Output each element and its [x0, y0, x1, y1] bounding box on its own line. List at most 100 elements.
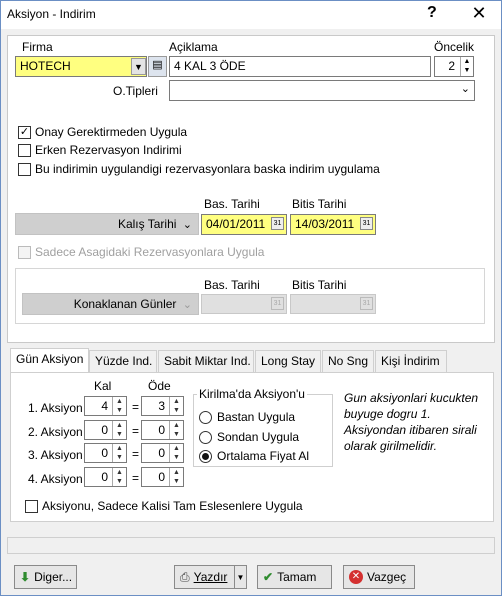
- otipleri-select[interactable]: ⌄: [169, 80, 475, 101]
- tab-no-sng[interactable]: No Sng: [322, 350, 374, 372]
- radio-circle[interactable]: [199, 430, 212, 444]
- lookup-icon: ▤: [152, 59, 163, 71]
- yazdir-dropdown-button[interactable]: ▼: [234, 565, 247, 589]
- tab-label: No Sng: [328, 354, 369, 368]
- spin-up-icon[interactable]: ▲: [461, 57, 473, 66]
- spin-down-icon[interactable]: ▼: [461, 66, 473, 75]
- radio-circle[interactable]: [199, 449, 212, 463]
- bitis-tarihi-value: 14/03/2011: [295, 217, 355, 231]
- tab-yuzde-ind[interactable]: Yüzde Ind.: [89, 350, 157, 372]
- otipleri-label: O.Tipleri: [113, 84, 158, 98]
- aciklama-label: Açiklama: [169, 40, 218, 54]
- spin-arrows-icon[interactable]: ▲ ▼: [112, 444, 126, 462]
- erken-checkbox[interactable]: Erken Rezervasyon Indirimi: [18, 143, 182, 157]
- ode-value: 0: [158, 470, 165, 484]
- calendar-icon[interactable]: 31: [360, 217, 373, 230]
- onay-label: Onay Gerektirmeden Uygula: [35, 125, 188, 139]
- ortalama-label: Ortalama Fiyat Al: [217, 449, 310, 463]
- cancel-icon: ✕: [349, 570, 363, 584]
- spin-arrows-icon[interactable]: ▲ ▼: [169, 397, 183, 415]
- firma-lookup-button[interactable]: ▤: [148, 56, 167, 77]
- erken-label: Erken Rezervasyon Indirimi: [35, 143, 182, 157]
- bas-tarihi-label: Bas. Tarihi: [204, 197, 260, 211]
- sadece-label: Sadece Asagidaki Rezervasyonlara Uygula: [35, 245, 265, 259]
- dialog-window: Aksiyon - Indirim ? ✕ Firma HOTECH ▼ ▤ A…: [0, 0, 502, 596]
- kal-spinner[interactable]: 0 ▲ ▼: [84, 420, 127, 440]
- window-title: Aksiyon - Indirim: [7, 7, 96, 21]
- bastan-radio[interactable]: Bastan Uygula: [199, 410, 295, 424]
- tab-label: Long Stay: [261, 354, 316, 368]
- kal-value: 0: [101, 446, 108, 460]
- spin-arrows-icon[interactable]: ▲ ▼: [112, 468, 126, 486]
- bastan-label: Bastan Uygula: [217, 410, 296, 424]
- tamam-button[interactable]: ✔ Tamam: [257, 565, 332, 589]
- ode-spinner[interactable]: 0 ▲ ▼: [141, 467, 184, 487]
- tam-esles-checkbox[interactable]: Aksiyonu, Sadece Kalisi Tam Eslesenlere …: [25, 499, 303, 513]
- ode-spinner[interactable]: 0 ▲ ▼: [141, 420, 184, 440]
- tab-sabit-miktar[interactable]: Sabit Miktar Ind.: [158, 350, 254, 372]
- kal-value: 4: [101, 399, 108, 413]
- kal-spinner[interactable]: 0 ▲ ▼: [84, 443, 127, 463]
- tamam-label: Tamam: [277, 570, 317, 584]
- oncelik-value: 2: [448, 59, 455, 73]
- equals-sign: =: [132, 424, 140, 438]
- calendar-icon: 31: [360, 297, 373, 310]
- vazgec-label: Vazgeç: [367, 570, 407, 584]
- help-button[interactable]: ?: [427, 4, 437, 22]
- close-button[interactable]: ✕: [459, 3, 499, 25]
- ode-spinner[interactable]: 3 ▲ ▼: [141, 396, 184, 416]
- checkbox-box[interactable]: [18, 143, 31, 157]
- sondan-radio[interactable]: Sondan Uygula: [199, 430, 299, 444]
- kirilma-title: Kirilma'da Aksiyon'u: [197, 387, 307, 401]
- chevron-down-icon: ⌄: [182, 299, 192, 311]
- checkbox-box: [18, 245, 31, 259]
- kal-spinner[interactable]: 0 ▲ ▼: [84, 467, 127, 487]
- checkbox-box[interactable]: ✓: [18, 125, 31, 139]
- tam-esles-label: Aksiyonu, Sadece Kalisi Tam Eslesenlere …: [42, 499, 303, 513]
- equals-sign: =: [132, 447, 140, 461]
- oncelik-spinner[interactable]: ▲ ▼: [460, 57, 473, 76]
- checkbox-box[interactable]: [25, 499, 38, 513]
- chevron-down-icon: ▼: [236, 572, 245, 582]
- tab-kisi-indirim[interactable]: Kişi İndirim: [375, 350, 447, 372]
- spin-arrows-icon[interactable]: ▲ ▼: [169, 468, 183, 486]
- arrow-down-icon: ⬇: [20, 570, 31, 584]
- konaklanan-bas-label: Bas. Tarihi: [204, 278, 260, 292]
- kalis-tarihi-label: Kalış Tarihi: [117, 217, 177, 231]
- checkbox-box[interactable]: [18, 162, 31, 176]
- firma-field[interactable]: HOTECH: [15, 56, 147, 77]
- kalis-tarihi-select[interactable]: Kalış Tarihi ⌄: [15, 213, 199, 235]
- ortalama-radio[interactable]: Ortalama Fiyat Al: [199, 449, 309, 463]
- spin-arrows-icon[interactable]: ▲ ▼: [169, 444, 183, 462]
- chevron-down-icon: ▼: [134, 62, 143, 72]
- kal-spinner[interactable]: 4 ▲ ▼: [84, 396, 127, 416]
- tab-long-stay[interactable]: Long Stay: [255, 350, 321, 372]
- kal-value: 0: [101, 423, 108, 437]
- aksiyon-row-label: 2. Aksiyon: [28, 425, 83, 439]
- spin-arrows-icon[interactable]: ▲ ▼: [112, 421, 126, 439]
- tab-label: Yüzde Ind.: [95, 354, 153, 368]
- firma-dropdown-button[interactable]: ▼: [131, 58, 146, 75]
- kal-value: 0: [101, 470, 108, 484]
- ode-value: 3: [158, 399, 165, 413]
- ode-spinner[interactable]: 0 ▲ ▼: [141, 443, 184, 463]
- chevron-down-icon: ⌄: [182, 219, 192, 231]
- tab-label: Sabit Miktar Ind.: [164, 354, 251, 368]
- vazgec-button[interactable]: ✕ Vazgeç: [343, 565, 415, 589]
- spin-arrows-icon[interactable]: ▲ ▼: [169, 421, 183, 439]
- kal-header: Kal: [94, 379, 112, 393]
- diger-button[interactable]: ⬇ Diger...: [14, 565, 77, 589]
- aciklama-field[interactable]: 4 KAL 3 ÖDE: [169, 56, 431, 77]
- spin-arrows-icon[interactable]: ▲ ▼: [112, 397, 126, 415]
- onay-checkbox[interactable]: ✓ Onay Gerektirmeden Uygula: [18, 125, 187, 139]
- aksiyon-row-label: 3. Aksiyon: [28, 448, 83, 462]
- tab-label: Kişi İndirim: [381, 354, 440, 368]
- yazdir-button[interactable]: ⎙ Yazdır: [174, 565, 235, 589]
- equals-sign: =: [132, 400, 140, 414]
- tab-gun-aksiyon[interactable]: Gün Aksiyon: [10, 348, 89, 373]
- calendar-icon[interactable]: 31: [271, 217, 284, 230]
- radio-circle[interactable]: [199, 410, 212, 424]
- firma-value: HOTECH: [20, 59, 71, 73]
- baska-indirim-checkbox[interactable]: Bu indirimin uygulandigi rezervasyonlara…: [18, 162, 380, 176]
- aciklama-value: 4 KAL 3 ÖDE: [174, 59, 246, 73]
